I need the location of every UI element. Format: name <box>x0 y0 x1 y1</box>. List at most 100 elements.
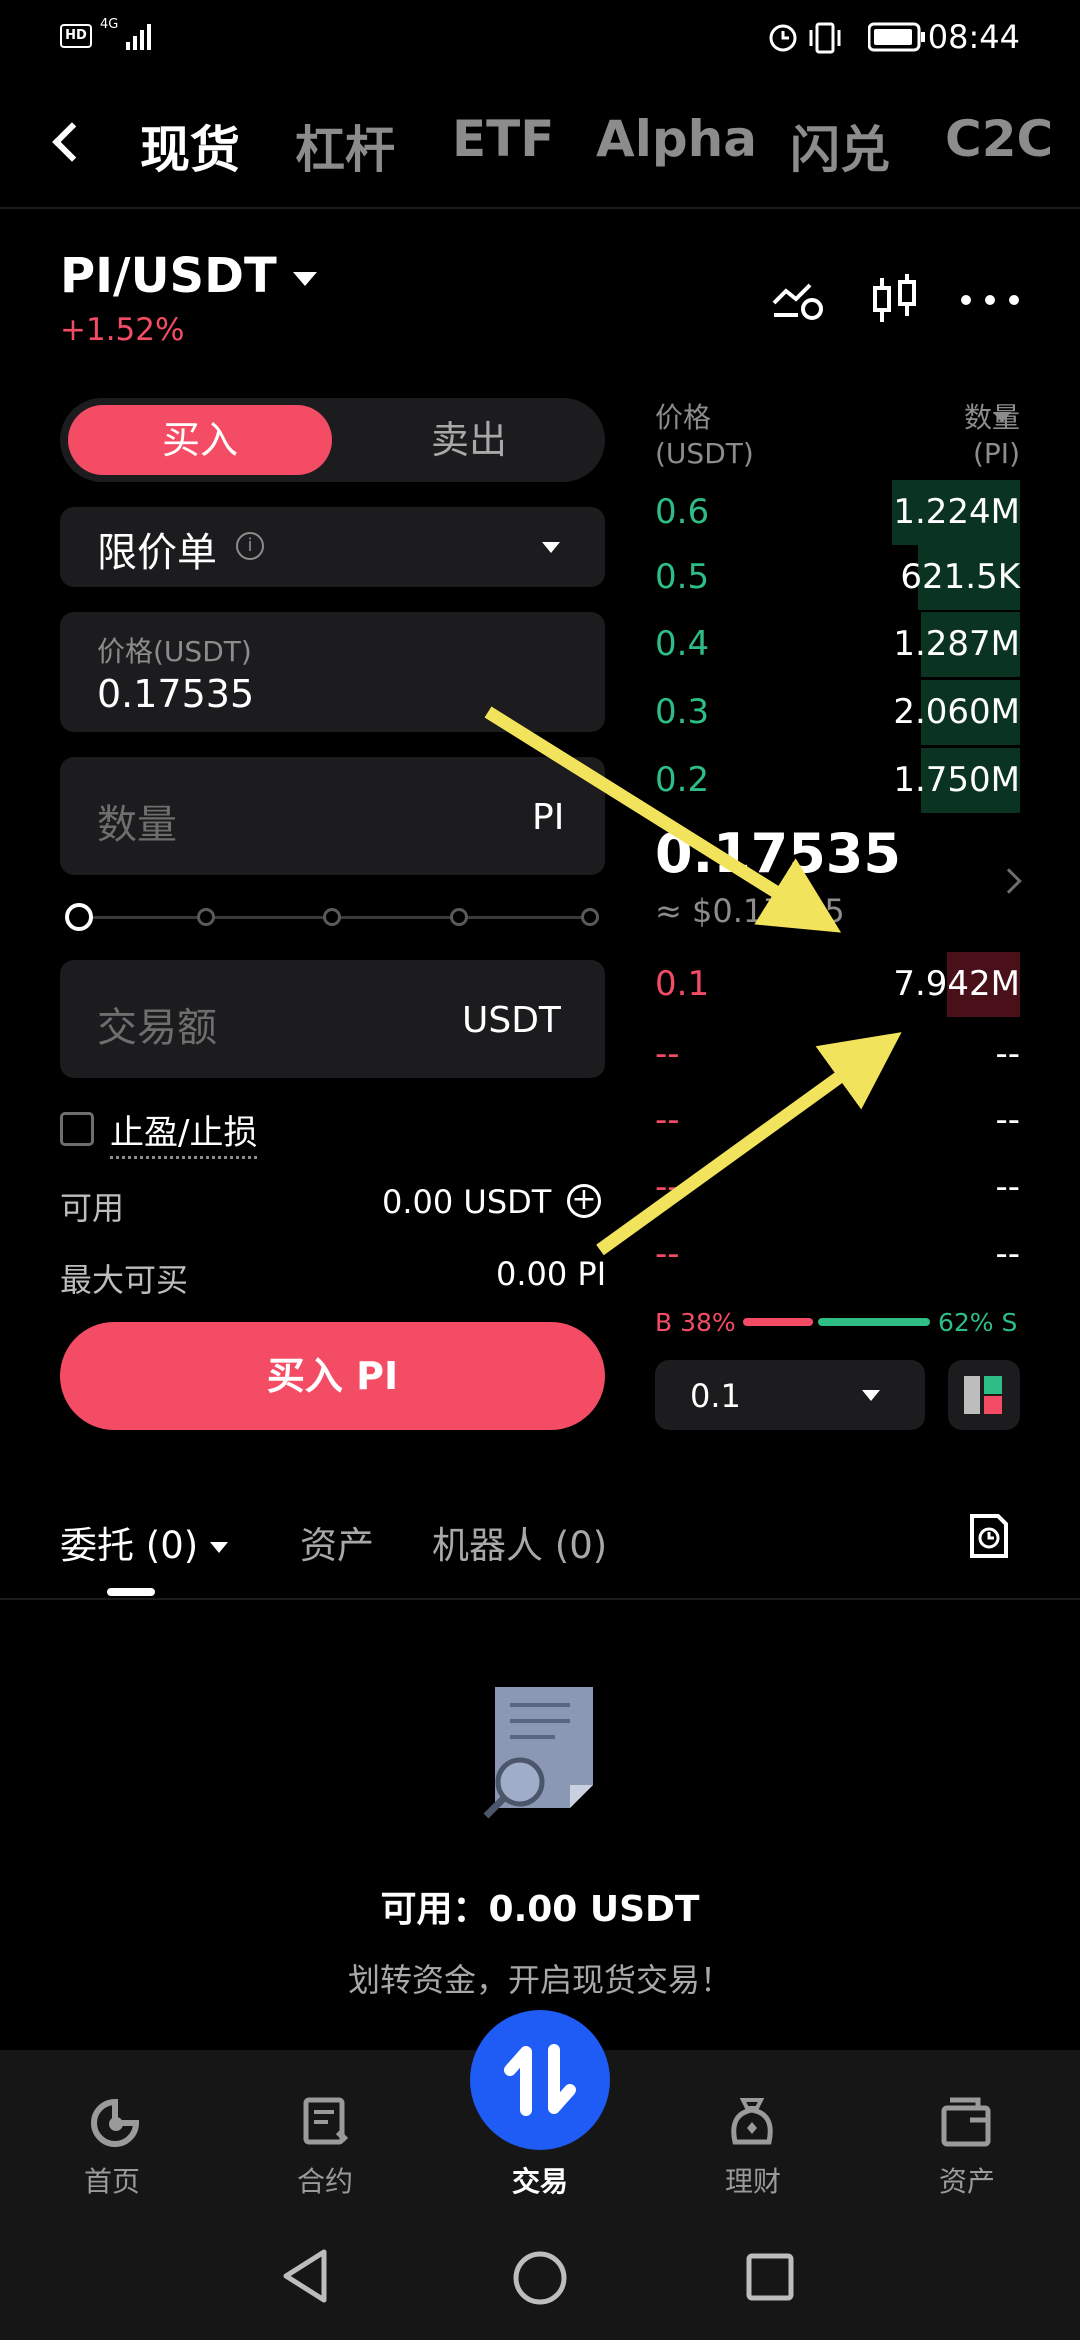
system-back-icon[interactable] <box>280 2248 330 2304</box>
info-icon[interactable]: i <box>236 532 264 560</box>
bids-row[interactable]: -- -- <box>655 1088 1020 1153</box>
slider-step[interactable] <box>197 908 215 926</box>
bids-quantity: -- <box>995 1234 1020 1274</box>
asks-row[interactable]: 0.3 2.060M <box>655 680 1020 745</box>
bids-row[interactable]: 0.1 7.942M <box>655 952 1020 1017</box>
chevron-right-icon[interactable] <box>996 868 1022 894</box>
amount-unit: USDT <box>462 1000 561 1041</box>
tpsl-checkbox[interactable] <box>60 1112 94 1146</box>
amount-placeholder: 交易额 <box>97 1005 217 1051</box>
vibrate-icon <box>809 22 841 54</box>
chevron-down-icon <box>292 272 317 286</box>
empty-document-icon <box>483 1687 593 1819</box>
chevron-down-icon <box>209 1542 228 1553</box>
asks-quantity: 1.750M <box>893 760 1020 800</box>
chevron-down-icon <box>993 412 1011 423</box>
asks-row[interactable]: 0.6 1.224M <box>655 480 1020 545</box>
trade-button[interactable] <box>470 2010 610 2150</box>
max-buy-label: 最大可买 <box>60 1261 189 1299</box>
tab-orders[interactable]: 委托 (0) <box>60 1515 228 1569</box>
last-price-usd: ≈ $0.17535 <box>655 892 845 930</box>
asks-row[interactable]: 0.5 621.5K <box>655 545 1020 610</box>
price-header: 价格 (USDT) <box>655 401 754 470</box>
orderbook-layout-icon <box>964 1376 1002 1414</box>
tab-c2c[interactable]: C2C <box>945 110 1053 168</box>
tab-assets[interactable]: 资产 <box>300 1515 374 1569</box>
battery-icon <box>868 22 925 52</box>
futures-icon[interactable] <box>302 2096 352 2148</box>
chevron-down-icon <box>542 542 560 553</box>
pair-selector[interactable]: PI/USDT <box>60 248 317 304</box>
home-icon[interactable] <box>90 2098 140 2148</box>
candlestick-chart-icon[interactable] <box>870 272 920 328</box>
back-icon[interactable] <box>52 122 92 162</box>
sell-tab[interactable]: 卖出 <box>340 405 598 475</box>
asks-quantity: 1.287M <box>893 624 1020 664</box>
available-value: 0.00 USDT <box>382 1183 552 1221</box>
strategy-icon[interactable] <box>770 275 826 325</box>
bids-row[interactable]: -- -- <box>655 1222 1020 1287</box>
divider <box>0 1598 1080 1600</box>
asks-quantity: 1.224M <box>893 492 1020 532</box>
order-history-icon[interactable] <box>968 1512 1010 1560</box>
price-value[interactable]: 0.17535 <box>97 672 254 716</box>
tab-margin[interactable]: 杠杆 <box>295 110 395 182</box>
active-tab-indicator <box>107 1588 155 1596</box>
quantity-header[interactable]: 数量 (PI) <box>895 400 1020 472</box>
layout-button[interactable] <box>948 1360 1020 1430</box>
empty-title: 可用：0.00 USDT <box>380 1889 700 1930</box>
swap-arrows-icon <box>504 2044 576 2116</box>
earn-icon[interactable] <box>725 2094 779 2148</box>
system-recents-icon[interactable] <box>745 2252 795 2302</box>
status-time: 08:44 <box>927 18 1020 56</box>
sell-ratio-bar <box>818 1318 930 1326</box>
max-buy-value: 0.00 PI <box>496 1255 607 1293</box>
slider-step[interactable] <box>450 908 468 926</box>
asks-row[interactable]: 0.4 1.287M <box>655 612 1020 677</box>
bids-row[interactable]: -- -- <box>655 1155 1020 1220</box>
quantity-unit: PI <box>532 797 565 838</box>
bids-price: 0.1 <box>655 964 710 1004</box>
slider-step[interactable] <box>323 908 341 926</box>
assets-icon[interactable] <box>940 2096 992 2148</box>
tab-convert[interactable]: 闪兑 <box>790 110 890 182</box>
bids-quantity: 7.942M <box>893 964 1020 1004</box>
price-change: +1.52% <box>60 312 185 348</box>
asks-price: 0.4 <box>655 624 710 664</box>
nav-futures-label[interactable]: 合约 <box>255 2160 395 2200</box>
tab-spot[interactable]: 现货 <box>140 110 240 182</box>
slider-step[interactable] <box>581 908 599 926</box>
bids-quantity: -- <box>995 1034 1020 1074</box>
tab-alpha[interactable]: Alpha <box>596 110 757 168</box>
bids-row[interactable]: -- -- <box>655 1022 1020 1087</box>
status-icons <box>769 22 841 54</box>
buy-button[interactable]: 买入 PI <box>60 1322 605 1430</box>
tab-bots[interactable]: 机器人 (0) <box>432 1515 607 1569</box>
chevron-down-icon <box>862 1390 880 1401</box>
tab-etf[interactable]: ETF <box>452 110 554 168</box>
transfer-plus-icon[interactable]: + <box>567 1184 601 1218</box>
system-home-icon[interactable] <box>512 2250 568 2306</box>
buy-ratio-bar <box>743 1318 813 1326</box>
more-icon[interactable] <box>960 292 1020 308</box>
tpsl-label[interactable]: 止盈/止损 <box>110 1105 258 1159</box>
buy-tab[interactable]: 买入 <box>68 405 332 475</box>
slider-handle[interactable] <box>65 903 93 931</box>
alarm-icon <box>769 24 797 52</box>
precision-value: 0.1 <box>690 1377 741 1415</box>
asks-price: 0.6 <box>655 492 710 532</box>
nav-earn-label[interactable]: 理财 <box>683 2160 823 2200</box>
price-label: 价格(USDT) <box>97 635 252 668</box>
nav-trade-label[interactable]: 交易 <box>470 2160 610 2200</box>
nav-assets-label[interactable]: 资产 <box>897 2160 1037 2200</box>
hd-icon: HD <box>60 24 92 48</box>
nav-home-label[interactable]: 首页 <box>42 2160 182 2200</box>
bids-price: -- <box>655 1234 680 1274</box>
buy-ratio: B 38% <box>655 1308 736 1337</box>
quantity-placeholder: 数量 <box>97 802 177 848</box>
bids-price: -- <box>655 1100 680 1140</box>
asks-row[interactable]: 0.2 1.750M <box>655 748 1020 813</box>
last-price: 0.17535 <box>655 822 901 885</box>
asks-price: 0.2 <box>655 760 710 800</box>
bids-quantity: -- <box>995 1100 1020 1140</box>
